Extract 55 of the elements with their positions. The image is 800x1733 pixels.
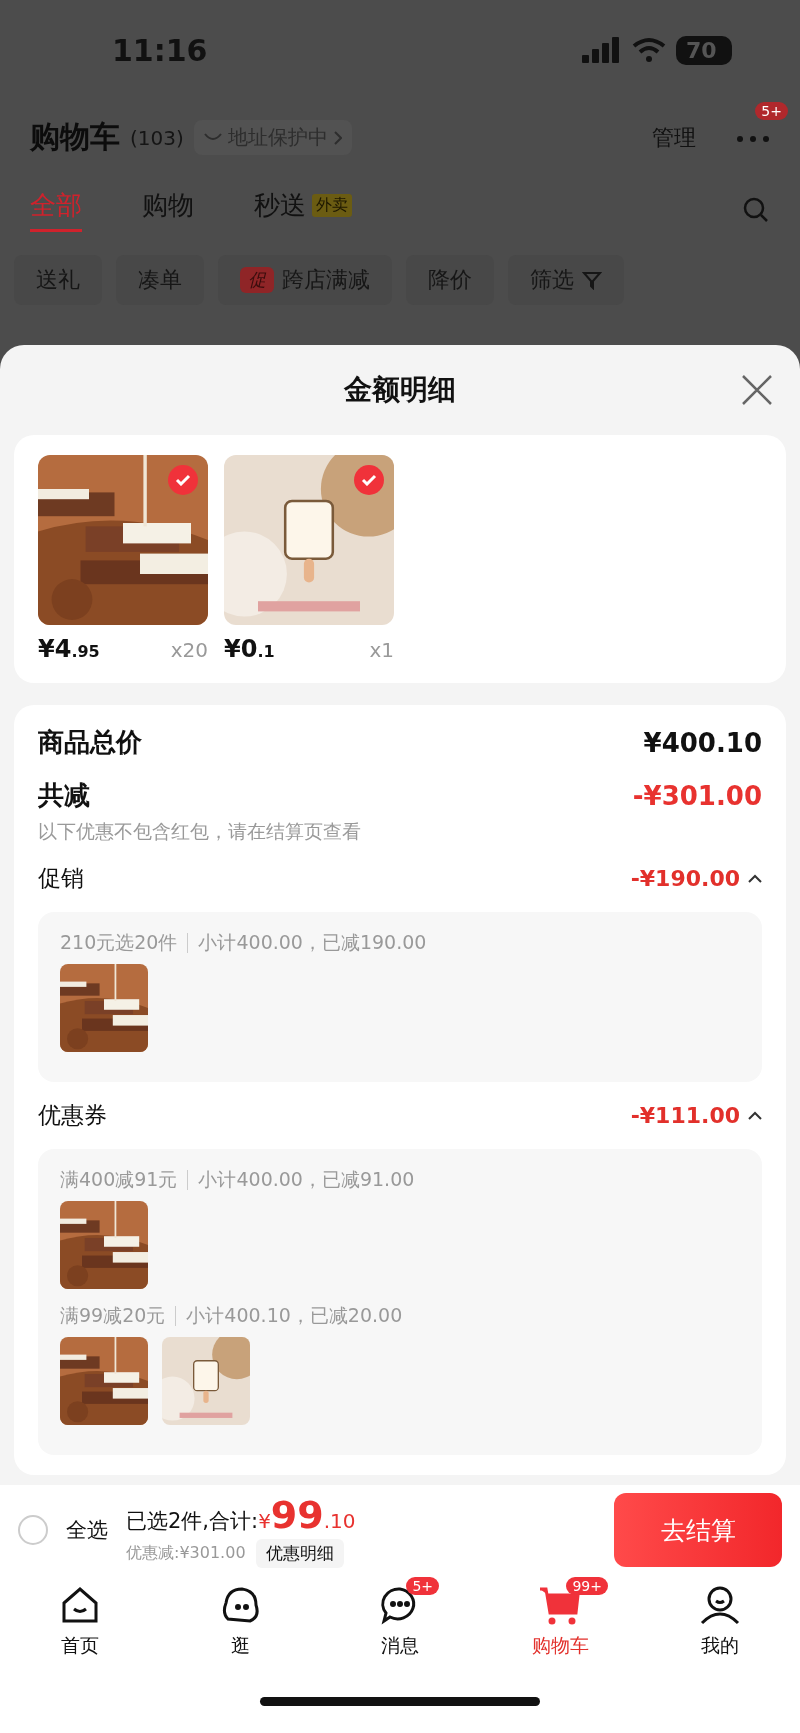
search-icon[interactable] [742, 196, 770, 224]
section-amount[interactable]: -¥111.00 [630, 1103, 762, 1128]
nav-item[interactable]: 逛 [160, 1575, 320, 1670]
checkout-button[interactable]: 去结算 [614, 1493, 782, 1567]
discount-subtotal: 小计400.00，已减190.00 [198, 930, 427, 955]
tab[interactable]: 购物 [142, 188, 194, 232]
check-icon [175, 474, 191, 486]
total-label: 商品总价 [38, 726, 142, 759]
wifi-icon [632, 37, 666, 63]
signal-icon [582, 37, 622, 63]
funnel-icon [582, 270, 602, 290]
count-badge: 5+ [406, 1577, 440, 1595]
sheet-title: 金额明细 [344, 372, 456, 408]
check-icon [361, 474, 377, 486]
quantity: x1 [369, 638, 394, 662]
discount-note: 以下优惠不包含红包，请在结算页查看 [38, 819, 362, 844]
status-time: 11:16 [112, 32, 208, 68]
count-badge: 99+ [566, 1577, 608, 1595]
discount-detail-button[interactable]: 优惠明细 [255, 1538, 344, 1568]
manage-link[interactable]: 管理 [652, 122, 696, 153]
grand-total: ¥99.10 [258, 1492, 356, 1537]
select-all-radio[interactable] [18, 1515, 48, 1545]
select-all-label: 全选 [66, 1517, 108, 1544]
notification-badge: 5+ [755, 102, 788, 120]
discount-amount: -¥301.00 [632, 780, 762, 811]
battery-level: 70 [676, 35, 732, 65]
nav-item[interactable]: 我的 [640, 1575, 800, 1670]
smile-icon [203, 132, 222, 143]
section-label: 优惠券 [38, 1101, 107, 1130]
nav-item[interactable]: 首页 [0, 1575, 160, 1670]
discount-subtotal: 小计400.00，已减91.00 [198, 1167, 415, 1192]
section-amount[interactable]: -¥190.00 [630, 866, 762, 891]
page-title: 购物车 [30, 118, 120, 156]
nav-item[interactable]: 购物车 99+ [480, 1575, 640, 1670]
total-amount: ¥400.10 [643, 727, 762, 758]
saved-amount: 优惠减:¥301.00 [126, 1542, 246, 1564]
quantity: x20 [170, 638, 208, 662]
promo-badge: 促 [240, 267, 274, 293]
tab[interactable]: 秒送 外卖 [254, 188, 352, 232]
chevron-right-icon [333, 130, 342, 145]
discount-subtotal: 小计400.10，已减20.00 [186, 1303, 403, 1328]
product-price: ¥4.95 [38, 635, 100, 663]
close-button[interactable] [740, 373, 774, 407]
discount-rule: 210元选20件 [60, 930, 178, 955]
nav-item[interactable]: 消息 5+ [320, 1575, 480, 1670]
selected-summary: 已选2件,合计: [126, 1507, 259, 1535]
tab-tag: 外卖 [312, 194, 352, 217]
section-label: 促销 [38, 864, 84, 893]
item-count: (103) [130, 125, 184, 150]
discount-rule: 满99减20元 [60, 1303, 166, 1328]
tab[interactable]: 全部 [30, 188, 82, 232]
discount-label: 共减 [38, 779, 90, 812]
product-price: ¥0.1 [224, 635, 275, 663]
more-icon[interactable] [736, 135, 770, 143]
discount-rule: 满400减91元 [60, 1167, 178, 1192]
